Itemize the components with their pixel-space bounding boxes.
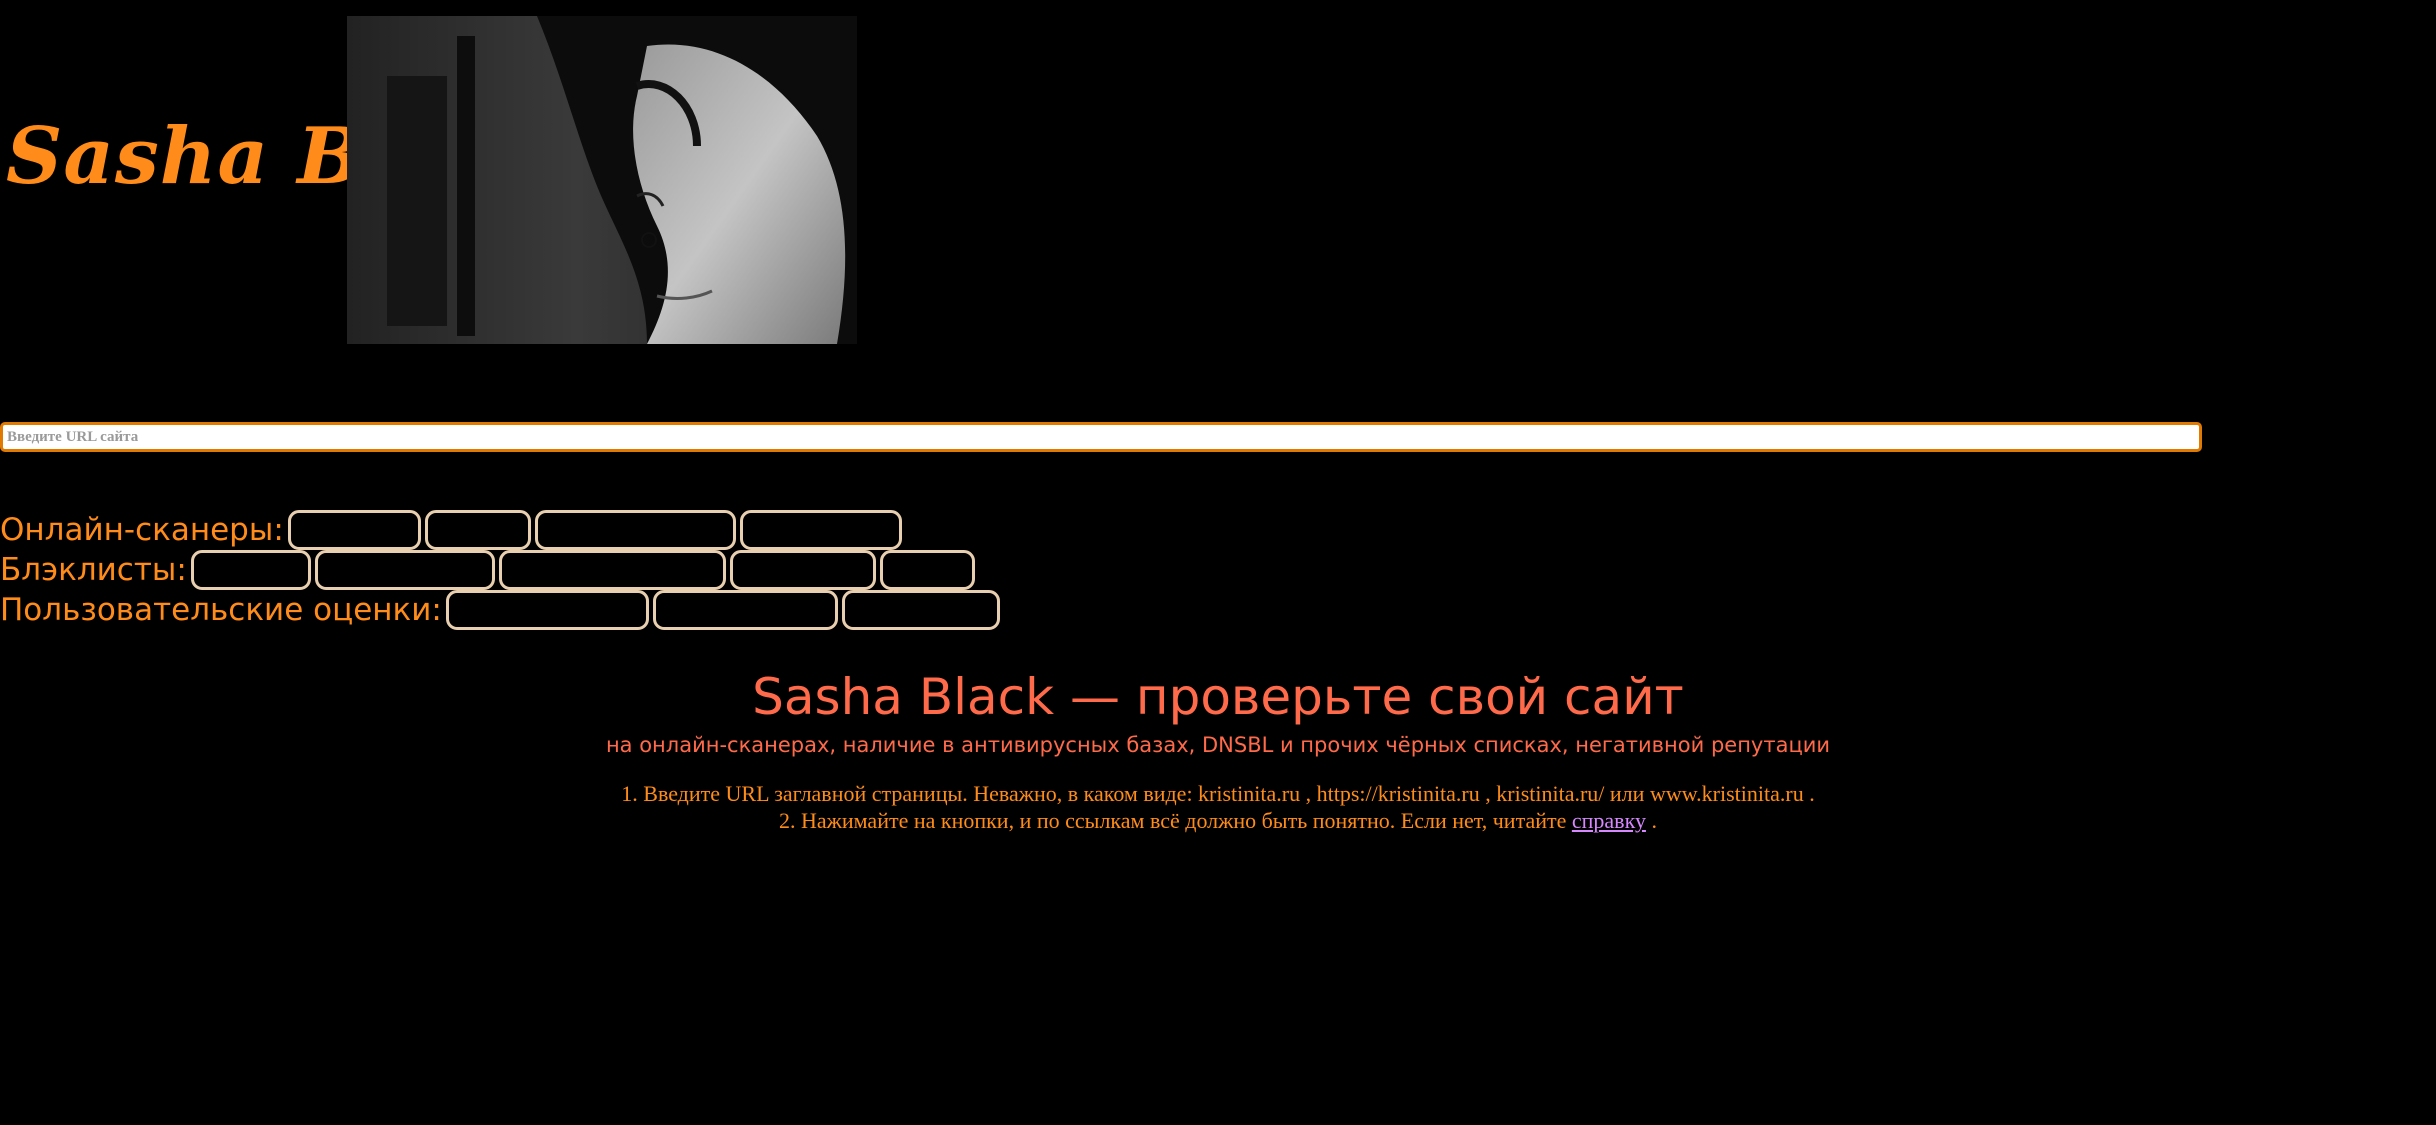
scanners-row: Онлайн-сканеры: [0, 510, 906, 550]
page-subtitle: на онлайн-сканерах, наличие в антивирусн… [605, 733, 1831, 757]
blacklists-row: Блэклисты: [0, 550, 979, 590]
scanners-label: Онлайн-сканеры: [0, 512, 284, 548]
url-input[interactable] [0, 422, 2202, 452]
scanner-button-2[interactable] [424, 510, 531, 550]
blacklists-label: Блэклисты: [0, 552, 187, 588]
instruction-line-2: 2. Нажимайте на кнопки, и по ссылкам всё… [0, 808, 2436, 834]
instruction-2-end: . [1645, 808, 1657, 833]
rating-button-2[interactable] [652, 590, 838, 630]
portrait-photo-icon [347, 16, 857, 344]
blacklist-button-1[interactable] [190, 550, 311, 590]
ratings-row: Пользовательские оценки: [0, 590, 1004, 630]
rating-button-1[interactable] [445, 590, 649, 630]
scanner-button-1[interactable] [287, 510, 421, 550]
blacklist-button-4[interactable] [729, 550, 876, 590]
blacklist-button-2[interactable] [314, 550, 495, 590]
scanner-button-3[interactable] [534, 510, 736, 550]
instruction-2-text: 2. Нажимайте на кнопки, и по ссылкам всё… [779, 808, 1567, 833]
help-link[interactable]: справку [1572, 808, 1646, 833]
blacklist-button-3[interactable] [498, 550, 726, 590]
ratings-label: Пользовательские оценки: [0, 592, 442, 628]
instruction-line-1: 1. Введите URL заглавной страницы. Неваж… [621, 781, 1815, 806]
page-title: Sasha Black — проверьте свой сайт [752, 668, 1684, 726]
rating-button-3[interactable] [841, 590, 1000, 630]
blacklist-button-5[interactable] [879, 550, 975, 590]
header-portrait-image [347, 16, 857, 344]
scanner-button-4[interactable] [739, 510, 902, 550]
